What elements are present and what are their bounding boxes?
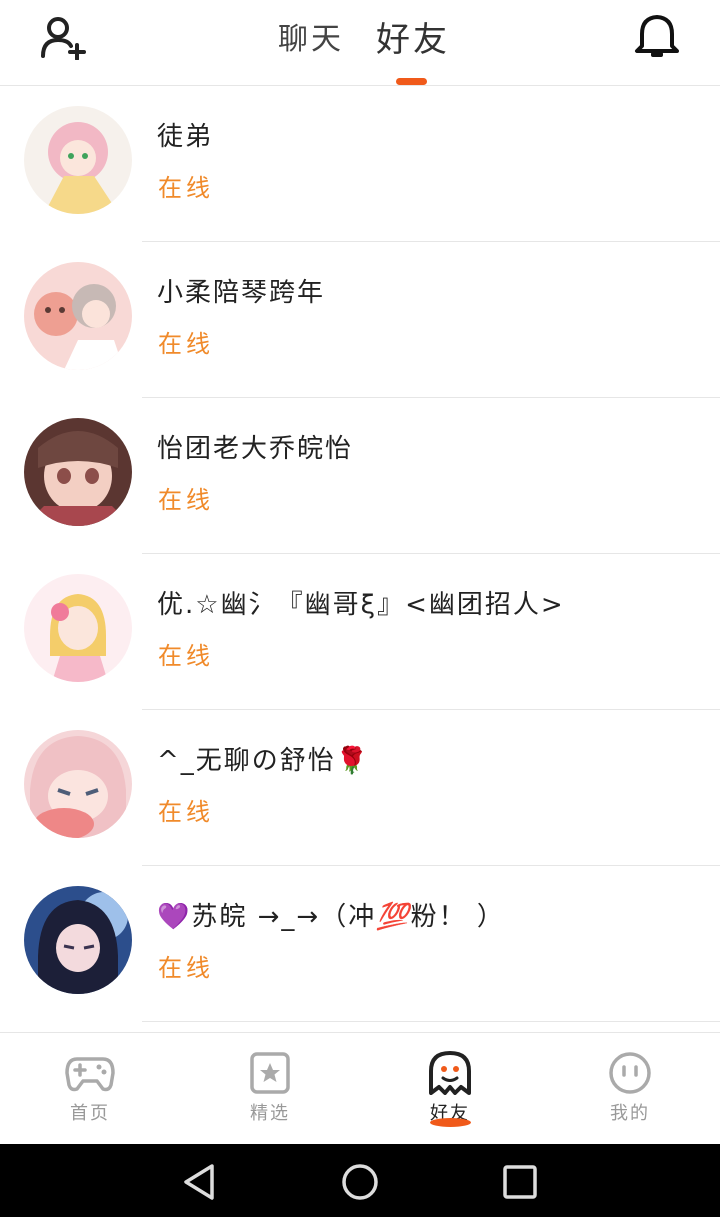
gamepad-icon [65, 1057, 115, 1092]
online-status: 在线 [158, 954, 214, 982]
friend-row[interactable]: 怡团老大乔皖怡 在线 [0, 398, 720, 554]
friend-name: 💜苏皖 →_→（冲💯粉！ ） [157, 902, 505, 932]
friend-name: 小柔陪琴跨年 [157, 278, 326, 308]
star-icon [250, 1052, 290, 1094]
nav-friends[interactable]: 好友 [360, 1033, 540, 1145]
nav-label: 我的 [610, 1103, 650, 1124]
ghost-icon [429, 1051, 471, 1095]
friend-name: 徒弟 [157, 122, 214, 152]
recents-icon[interactable] [500, 1162, 540, 1202]
online-status: 在线 [158, 174, 214, 202]
avatar[interactable] [24, 262, 132, 370]
online-status: 在线 [158, 330, 214, 358]
nav-label: 精选 [250, 1103, 290, 1124]
avatar[interactable] [24, 418, 132, 526]
purple-heart-icon: 💜 [157, 902, 192, 932]
online-status: 在线 [158, 798, 214, 826]
bell-icon[interactable] [632, 12, 682, 60]
nav-featured[interactable]: 精选 [180, 1033, 360, 1145]
hundred-points-icon: 💯 [376, 902, 411, 932]
divider [142, 1021, 720, 1022]
bottom-nav: 首页 精选 好友 我的 [0, 1032, 720, 1144]
system-nav-bar [0, 1144, 720, 1217]
avatar[interactable] [24, 574, 132, 682]
friend-row[interactable]: 优.☆幽氵『幽哥ξ』<幽团招人> 在线 [0, 554, 720, 710]
online-status: 在线 [158, 486, 214, 514]
online-status: 在线 [158, 642, 214, 670]
tab-chat[interactable]: 聊天 [278, 14, 344, 58]
avatar[interactable] [24, 106, 132, 214]
top-bar: 聊天 好友 [0, 0, 720, 86]
avatar[interactable] [24, 886, 132, 994]
friend-name: 优.☆幽氵『幽哥ξ』<幽团招人> [157, 590, 565, 620]
friend-list: 徒弟 在线 小柔陪琴跨年 在线 怡团老大乔皖怡 在线 优.☆幽氵『幽哥ξ』<幽团… [0, 86, 720, 1032]
friend-row[interactable]: 小柔陪琴跨年 在线 [0, 242, 720, 398]
friend-row[interactable]: 徒弟 在线 [0, 86, 720, 242]
nav-home[interactable]: 首页 [0, 1033, 180, 1145]
tab-active-indicator [396, 78, 427, 85]
friend-name: 怡团老大乔皖怡 [157, 434, 354, 464]
rose-icon: 🌹 [335, 746, 371, 776]
friend-row[interactable]: ^_无聊の舒怡🌹 在线 [0, 710, 720, 866]
home-icon[interactable] [340, 1162, 380, 1202]
nav-active-indicator [430, 1118, 471, 1127]
back-icon[interactable] [180, 1162, 220, 1202]
tab-friends[interactable]: 好友 [376, 12, 450, 61]
avatar[interactable] [24, 730, 132, 838]
friend-name: ^_无聊の舒怡🌹 [157, 746, 371, 776]
face-icon [609, 1052, 651, 1094]
friend-row[interactable]: 💜苏皖 →_→（冲💯粉！ ） 在线 [0, 866, 720, 1022]
nav-label: 首页 [70, 1103, 110, 1124]
tab-bar: 聊天 好友 [0, 0, 720, 86]
nav-me[interactable]: 我的 [540, 1033, 720, 1145]
